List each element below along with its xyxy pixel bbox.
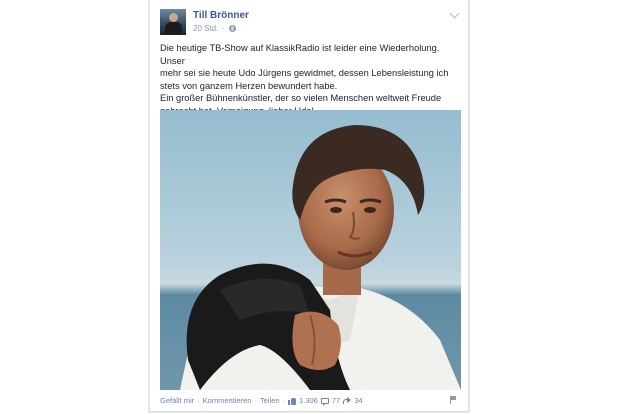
chevron-down-icon[interactable] (449, 8, 460, 19)
sep-dot: · (254, 396, 257, 405)
thumb-up-icon[interactable] (288, 397, 297, 405)
post-card: Till Brönner 20 Std. · Die heutige TB-Sh… (149, 0, 469, 412)
share-count[interactable]: 34 (354, 396, 362, 405)
sep-dot: · (197, 396, 200, 405)
comment-icon[interactable] (320, 397, 329, 406)
post-meta: 20 Std. · (193, 24, 237, 33)
avatar-torso (165, 22, 182, 35)
flag-icon[interactable] (450, 396, 458, 404)
photo-portrait (160, 110, 461, 390)
sep-dot: · (282, 396, 286, 405)
post-text-line: Die heutige TB-Show auf KlassikRadio ist… (160, 43, 440, 66)
post-text-line: Ein großer Bühnenkünstler, der so vielen… (160, 93, 442, 103)
post-text-line: mehr sei sie heute Udo Jürgens gewidmet,… (160, 68, 449, 78)
post-timestamp[interactable]: 20 Std. (193, 24, 218, 33)
like-count[interactable]: 1.306 (299, 396, 318, 405)
post-text-line: stets von ganzem Herzen bewundert habe. (160, 80, 338, 91)
comment-count[interactable]: 77 (332, 396, 340, 405)
author-name[interactable]: Till Brönner (193, 10, 249, 21)
like-button[interactable]: Gefällt mir (160, 396, 194, 405)
post-text: Die heutige TB-Show auf KlassikRadio ist… (160, 42, 460, 117)
post-photo[interactable] (160, 110, 461, 390)
sep-dot: · (222, 24, 226, 33)
comment-button[interactable]: Kommentieren (203, 396, 252, 405)
action-bar: Gefällt mir · Kommentieren · Teilen · 1.… (160, 396, 460, 406)
author-avatar[interactable] (160, 9, 186, 35)
avatar-head (169, 13, 178, 22)
globe-icon[interactable] (229, 25, 237, 32)
share-button[interactable]: Teilen (260, 396, 280, 405)
share-icon[interactable] (343, 397, 352, 404)
